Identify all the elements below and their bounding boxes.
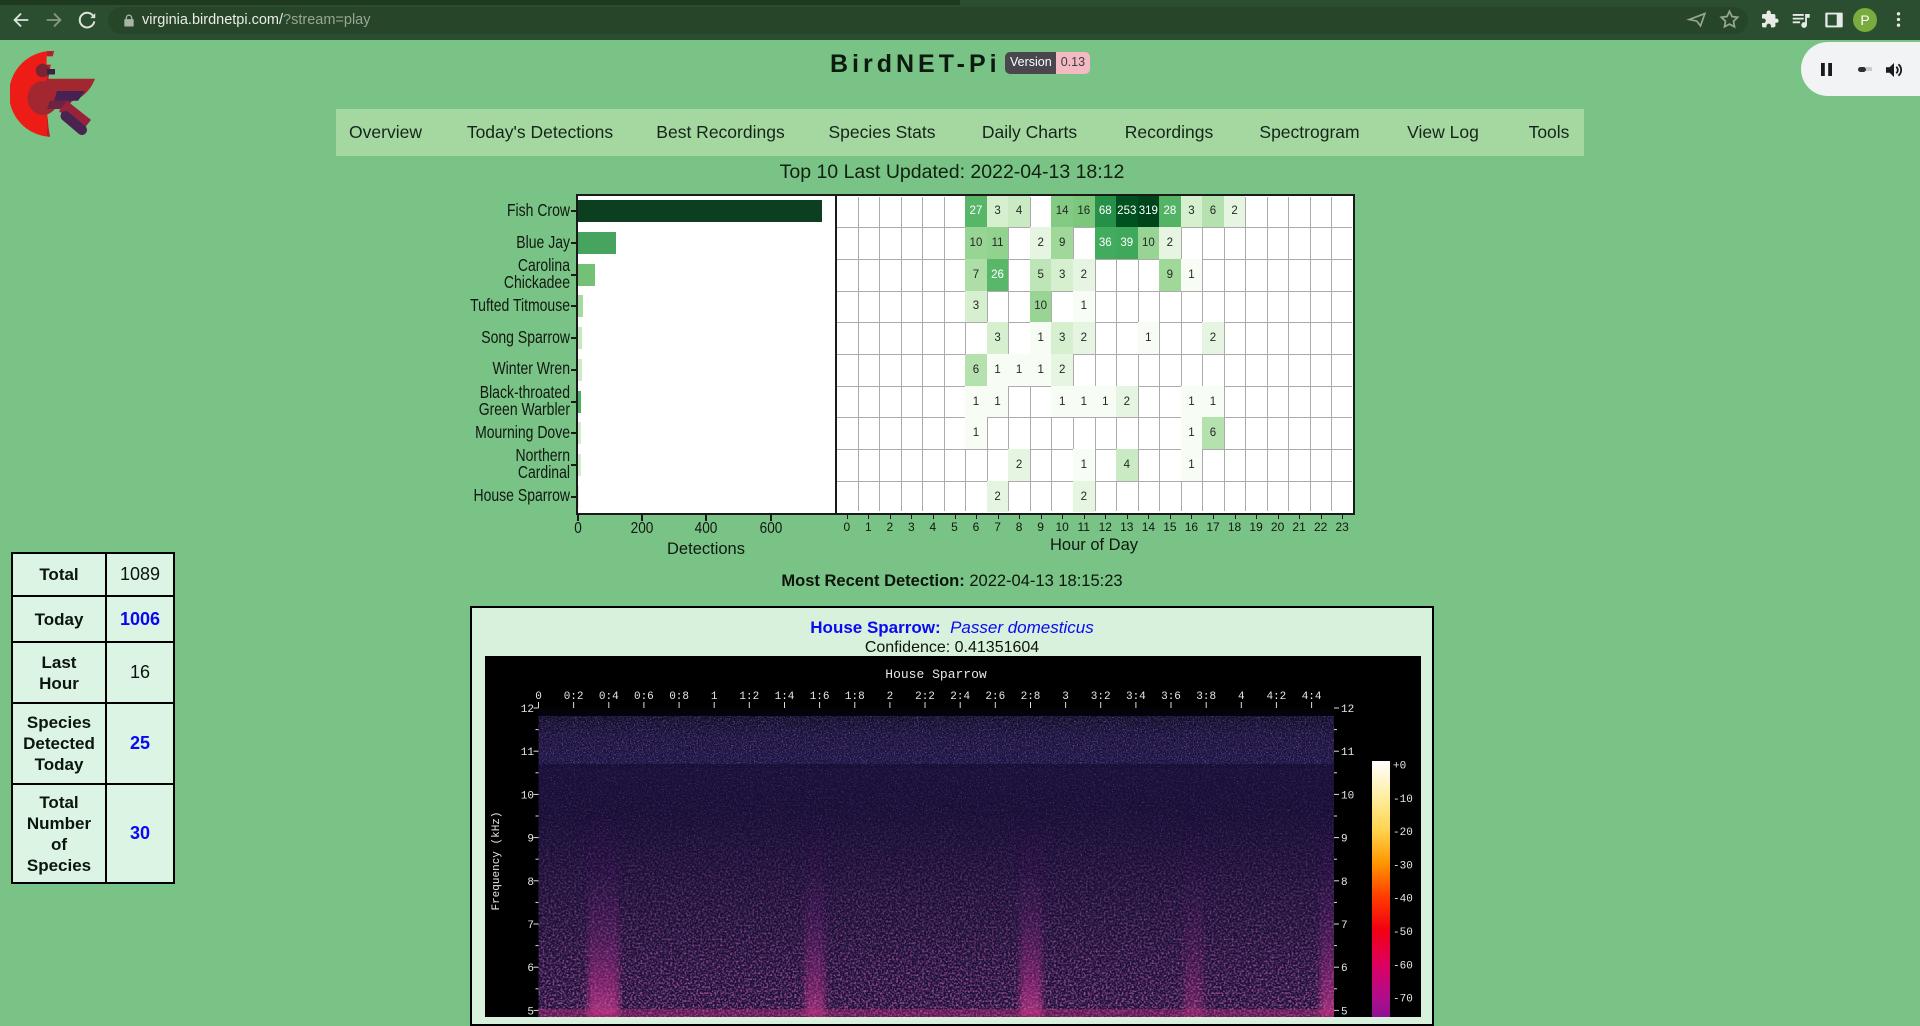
svg-text:0:6: 0:6 bbox=[634, 691, 654, 703]
svg-text:12: 12 bbox=[1341, 704, 1354, 716]
svg-text:5: 5 bbox=[527, 1006, 534, 1017]
svg-text:4:4: 4:4 bbox=[1302, 691, 1322, 703]
svg-text:3: 3 bbox=[1062, 691, 1069, 703]
svg-text:6: 6 bbox=[1341, 963, 1348, 975]
svg-text:0:8: 0:8 bbox=[669, 691, 689, 703]
svg-text:11: 11 bbox=[521, 747, 535, 759]
svg-text:House Sparrow: House Sparrow bbox=[885, 667, 987, 682]
svg-text:1:2: 1:2 bbox=[739, 691, 759, 703]
svg-text:-20: -20 bbox=[1393, 827, 1413, 839]
svg-text:11: 11 bbox=[1341, 747, 1355, 759]
svg-text:0:4: 0:4 bbox=[599, 691, 619, 703]
svg-text:7: 7 bbox=[1341, 920, 1348, 932]
svg-text:2:2: 2:2 bbox=[915, 691, 935, 703]
svg-text:-30: -30 bbox=[1393, 860, 1413, 872]
svg-text:5: 5 bbox=[1341, 1006, 1348, 1017]
svg-text:10: 10 bbox=[521, 790, 534, 802]
svg-text:1:6: 1:6 bbox=[810, 691, 830, 703]
svg-text:9: 9 bbox=[527, 834, 534, 846]
svg-text:3:6: 3:6 bbox=[1161, 691, 1181, 703]
svg-text:1: 1 bbox=[711, 691, 718, 703]
svg-text:2:8: 2:8 bbox=[1021, 691, 1041, 703]
svg-text:8: 8 bbox=[1341, 877, 1348, 889]
svg-text:-60: -60 bbox=[1393, 960, 1413, 972]
svg-text:12: 12 bbox=[521, 704, 534, 716]
svg-text:7: 7 bbox=[527, 920, 534, 932]
svg-text:-10: -10 bbox=[1393, 794, 1413, 806]
svg-text:-40: -40 bbox=[1393, 894, 1413, 906]
svg-text:Frequency (kHz): Frequency (kHz) bbox=[491, 811, 503, 910]
svg-text:-50: -50 bbox=[1393, 927, 1413, 939]
svg-text:1:8: 1:8 bbox=[845, 691, 865, 703]
svg-text:3:2: 3:2 bbox=[1091, 691, 1111, 703]
svg-text:0:2: 0:2 bbox=[564, 691, 584, 703]
svg-text:3:4: 3:4 bbox=[1126, 691, 1146, 703]
svg-text:-70: -70 bbox=[1393, 994, 1413, 1006]
svg-text:2:6: 2:6 bbox=[985, 691, 1005, 703]
svg-text:10: 10 bbox=[1341, 790, 1354, 802]
svg-text:9: 9 bbox=[1341, 834, 1348, 846]
svg-text:2:4: 2:4 bbox=[950, 691, 970, 703]
svg-text:8: 8 bbox=[527, 877, 534, 889]
svg-text:0: 0 bbox=[535, 691, 542, 703]
svg-text:4: 4 bbox=[1238, 691, 1245, 703]
svg-text:3:8: 3:8 bbox=[1196, 691, 1216, 703]
svg-text:2: 2 bbox=[887, 691, 894, 703]
svg-text:1:4: 1:4 bbox=[775, 691, 795, 703]
svg-text:6: 6 bbox=[527, 963, 534, 975]
svg-text:+0: +0 bbox=[1393, 761, 1406, 773]
svg-text:4:2: 4:2 bbox=[1266, 691, 1286, 703]
